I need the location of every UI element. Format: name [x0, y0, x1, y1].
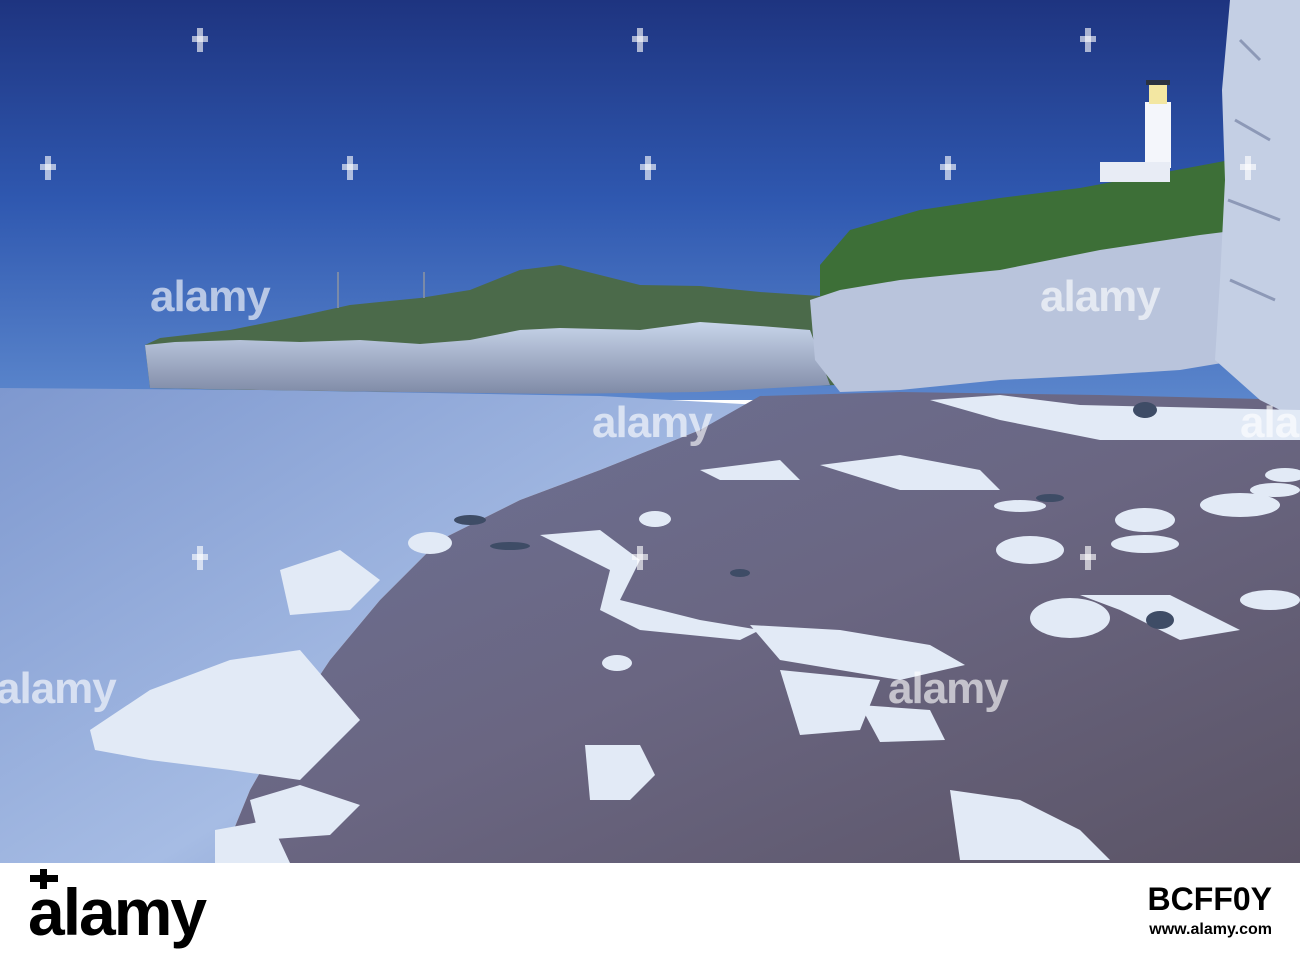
lighthouse-building	[1100, 162, 1170, 182]
image-id: BCFF0Y	[1147, 881, 1272, 917]
footer-meta: www.alamy.com	[1149, 921, 1272, 939]
lighthouse-lamp	[1149, 84, 1167, 104]
alamy-logo-mark-icon	[30, 869, 58, 889]
stock-footer: alamy BCFF0Y www.alamy.com	[0, 863, 1300, 953]
photo-illustration	[0, 0, 1300, 863]
stock-photo-frame: alamy alamy alamy alamy alamy alamy	[0, 0, 1300, 953]
lighthouse-cap	[1146, 80, 1170, 85]
site-url[interactable]: www.alamy.com	[1149, 921, 1272, 938]
coastal-photo: alamy alamy alamy alamy alamy alamy	[0, 0, 1300, 863]
lighthouse-tower	[1145, 102, 1171, 168]
